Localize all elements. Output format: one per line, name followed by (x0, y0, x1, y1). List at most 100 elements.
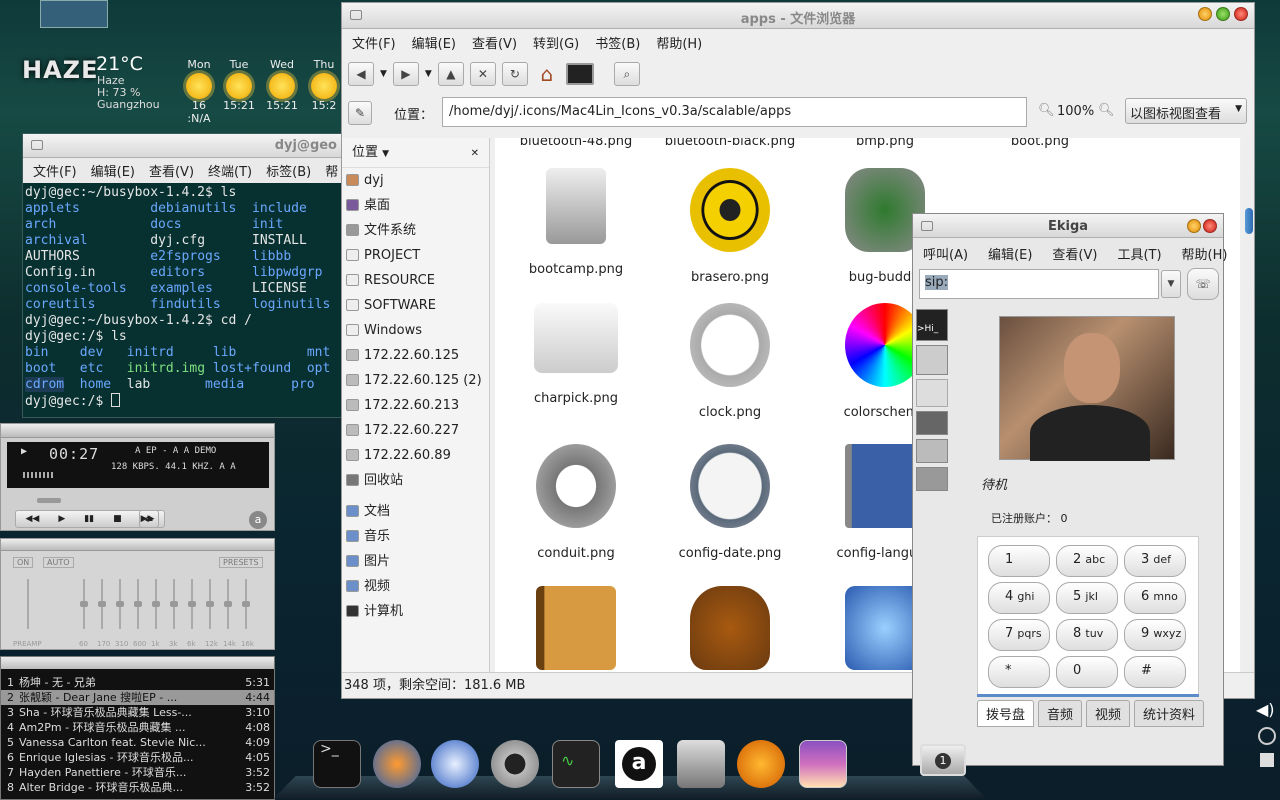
webcam-app-icon[interactable] (491, 740, 539, 788)
playlist-row[interactable]: 2 张靓颖 - Dear Jane 搜啦EP - ... 4:44 (1, 690, 274, 705)
address-book-file-icon[interactable] (536, 586, 616, 670)
reload-button[interactable]: ↻ (501, 62, 528, 86)
ekiga-tab[interactable]: 拨号盘 (977, 700, 1035, 727)
stop-button[interactable]: ✕ (469, 62, 496, 86)
zoom-in-icon[interactable]: 🔍︎ (1098, 103, 1115, 118)
file-item[interactable]: bluetooth-48.png (501, 138, 651, 149)
playlist-row[interactable]: 6 Enrique Iglesias - 环球音乐极品... 4:05 (1, 750, 274, 765)
sidebar-place[interactable]: 文件系统 (342, 218, 489, 243)
menu-help[interactable]: 帮助(H) (1182, 244, 1228, 263)
power-icon[interactable] (1258, 727, 1276, 745)
menu-tools[interactable]: 工具(T) (1117, 244, 1161, 263)
sidebar-place[interactable]: RESOURCE (342, 268, 489, 293)
eq-titlebar[interactable] (1, 539, 274, 551)
eq-band-slider[interactable] (170, 579, 178, 629)
file-item[interactable]: clock.png (655, 303, 805, 420)
file-item[interactable]: brasero.png (655, 168, 805, 285)
scrollbar[interactable] (1244, 138, 1254, 673)
location-input[interactable]: /home/dyj/.icons/Mac4Lin_Icons_v0.3a/sca… (442, 97, 1027, 127)
forward-button[interactable]: ▶ (392, 62, 419, 86)
sidebar-place[interactable]: 172.22.60.227 (342, 418, 489, 443)
eq-band-slider[interactable] (206, 579, 214, 629)
webcam-icon[interactable] (916, 411, 948, 435)
sip-history-dropdown[interactable]: ▼ (1161, 270, 1181, 298)
file-item[interactable]: bluetooth-black.png (655, 138, 805, 149)
player-titlebar[interactable] (1, 424, 274, 438)
terminal-icon[interactable]: >_ (313, 740, 361, 788)
menu-view[interactable]: 查看(V) (149, 161, 194, 180)
sidebar-place[interactable]: 计算机 (342, 599, 489, 624)
menu-bookmarks[interactable]: 书签(B) (595, 33, 640, 52)
eq-band-slider[interactable] (224, 579, 232, 629)
photo-icon[interactable] (799, 740, 847, 788)
eq-auto-button[interactable]: AUTO (43, 557, 74, 568)
eq-band-slider[interactable] (116, 579, 124, 629)
file-item[interactable]: charpick.png (501, 303, 651, 406)
dialpad-key[interactable]: 0 (1056, 656, 1118, 688)
edit-location-icon[interactable]: ✎ (348, 101, 372, 125)
playlist-row[interactable]: 3 Sha - 环球音乐极品典藏集 Less-... 3:10 (1, 705, 274, 720)
home-icon[interactable]: ⌂ (534, 62, 560, 86)
window-menu-icon[interactable] (31, 140, 43, 150)
hard-drive-icon[interactable] (677, 740, 725, 788)
seek-slider[interactable] (37, 498, 61, 503)
playlist-row[interactable]: 4 Am2Pm - 环球音乐极品典藏集 ... 4:08 (1, 720, 274, 735)
back-button[interactable]: ◀ (348, 62, 374, 86)
close-button[interactable] (1203, 219, 1217, 233)
playlist-row[interactable]: 5 Vanessa Carlton feat. Stevie Nic... 4:09 (1, 735, 274, 750)
file-item[interactable]: conduit.png (501, 444, 651, 561)
file-item[interactable]: bmp.png (810, 138, 960, 149)
menu-edit[interactable]: 编辑(E) (91, 161, 135, 180)
preamp-slider[interactable] (27, 579, 29, 629)
sidebar-place[interactable]: Windows (342, 318, 489, 343)
ekiga-tab[interactable]: 视频 (1086, 700, 1131, 727)
sidebar-place[interactable]: 172.22.60.213 (342, 393, 489, 418)
menu-edit[interactable]: 编辑(E) (412, 33, 456, 52)
orange-app-icon[interactable] (737, 740, 785, 788)
minimize-button[interactable] (1187, 219, 1201, 233)
eq-band-slider[interactable] (80, 579, 88, 629)
maximize-button[interactable] (1216, 7, 1230, 21)
menu-file[interactable]: 文件(F) (352, 33, 396, 52)
eq-band-slider[interactable] (98, 579, 106, 629)
sidebar-close-icon[interactable]: ✕ (471, 139, 479, 169)
sidebar-place[interactable]: 图片 (342, 549, 489, 574)
audacious-icon[interactable]: a (615, 740, 663, 788)
menu-tabs[interactable]: 标签(B) (266, 161, 311, 180)
eq-presets-button[interactable]: PRESETS (219, 557, 263, 568)
sidebar-place[interactable]: 文档 (342, 499, 489, 524)
eq-on-button[interactable]: ON (13, 557, 34, 568)
dialpad-key[interactable]: * (988, 656, 1050, 688)
thunderbird-icon[interactable] (431, 740, 479, 788)
sidebar-place[interactable]: 172.22.60.125 (342, 343, 489, 368)
workspace-switcher[interactable]: 1 (920, 744, 966, 776)
volume-icon[interactable]: ◀) (1256, 700, 1278, 719)
dialpad-key[interactable]: 7 pqrs (988, 619, 1050, 651)
equalizer[interactable]: ON AUTO PRESETS PREAMP 60 170 310 600 1k 3k 6k… (0, 538, 275, 650)
menu-help[interactable]: 帮助(H) (656, 33, 702, 52)
file-item[interactable]: config-date.png (655, 444, 805, 561)
call-button[interactable]: ☏ (1187, 268, 1219, 300)
view-mode-select[interactable]: 以图标视图查看 ▼ (1125, 98, 1247, 124)
menu-file[interactable]: 文件(F) (33, 161, 77, 180)
menu-help[interactable]: 帮 (325, 161, 338, 180)
firefox-icon[interactable] (373, 740, 421, 788)
sidebar-header[interactable]: 位置 ▼ ✕ (342, 138, 489, 168)
pause-icon[interactable]: ▮▮ (84, 514, 94, 524)
eq-band-slider[interactable] (134, 579, 142, 629)
terminal-titlebar[interactable]: dyj@geo (23, 134, 341, 158)
dialpad-key[interactable]: # (1124, 656, 1186, 688)
eq-band-slider[interactable] (188, 579, 196, 629)
terminal-output[interactable]: dyj@gec:~/busybox-1.4.2$ ls applets debi… (23, 183, 341, 412)
sidebar-place[interactable]: dyj (342, 168, 489, 193)
up-button[interactable]: ▲ (437, 62, 464, 86)
audacious-logo-icon[interactable]: a (249, 511, 267, 529)
sidebar-place[interactable]: 172.22.60.125 (2) (342, 368, 489, 393)
dialpad-key[interactable]: 6 mno (1124, 582, 1186, 614)
dialpad-key[interactable]: 4 ghi (988, 582, 1050, 614)
eq-bands[interactable] (79, 579, 269, 629)
zoom-out-icon[interactable]: 🔍︎ (1038, 103, 1055, 118)
close-button[interactable] (1234, 7, 1248, 21)
previous-icon[interactable]: ◀◀ (25, 514, 39, 524)
system-monitor-icon[interactable]: ∿ (552, 740, 600, 788)
